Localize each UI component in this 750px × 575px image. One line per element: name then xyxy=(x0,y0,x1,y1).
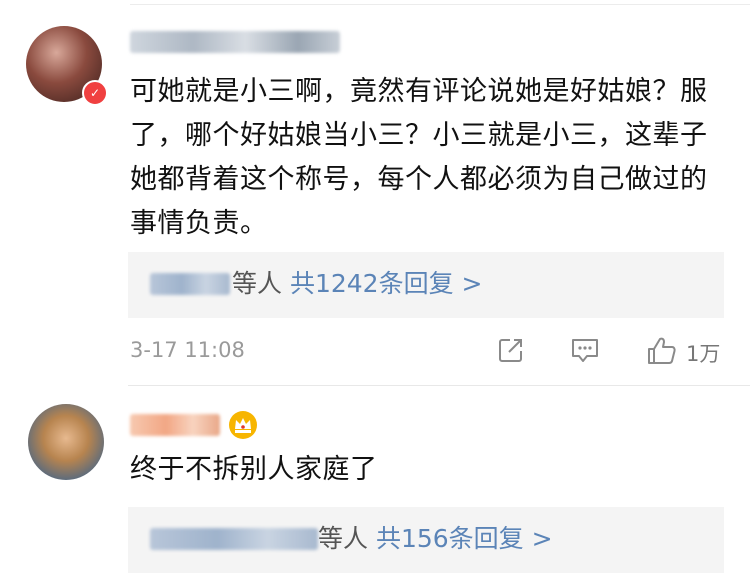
comment-text: 可她就是小三啊，竟然有评论说她是好姑娘？服了，哪个好姑娘当小三？小三就是小三，这… xyxy=(130,76,708,239)
like-count: 1万 xyxy=(686,342,721,366)
replies-summary[interactable]: 等人 共1242条回复 > xyxy=(128,252,724,318)
reply-suffix: 等人 xyxy=(318,524,369,553)
comment-time: 3-17 11:08 xyxy=(130,338,245,362)
crown-icon xyxy=(228,410,258,440)
comment-text: 终于不拆别人家庭了 xyxy=(130,454,378,485)
reply-usernames xyxy=(150,528,318,550)
reply-count-link[interactable]: 共156条回复 > xyxy=(376,524,553,553)
top-divider xyxy=(130,4,750,5)
replies-summary[interactable]: 等人 共156条回复 > xyxy=(128,507,724,573)
username[interactable] xyxy=(130,31,340,53)
verified-badge-icon: ✓ xyxy=(82,80,108,106)
share-icon[interactable] xyxy=(497,336,525,368)
reply-usernames xyxy=(150,273,230,295)
username[interactable] xyxy=(130,414,220,436)
like-icon[interactable] xyxy=(646,336,678,370)
comment-divider xyxy=(128,385,750,386)
reply-count-link[interactable]: 共1242条回复 > xyxy=(290,269,483,298)
comment-icon[interactable] xyxy=(570,336,600,368)
reply-suffix: 等人 xyxy=(232,269,283,298)
avatar[interactable] xyxy=(28,404,104,480)
